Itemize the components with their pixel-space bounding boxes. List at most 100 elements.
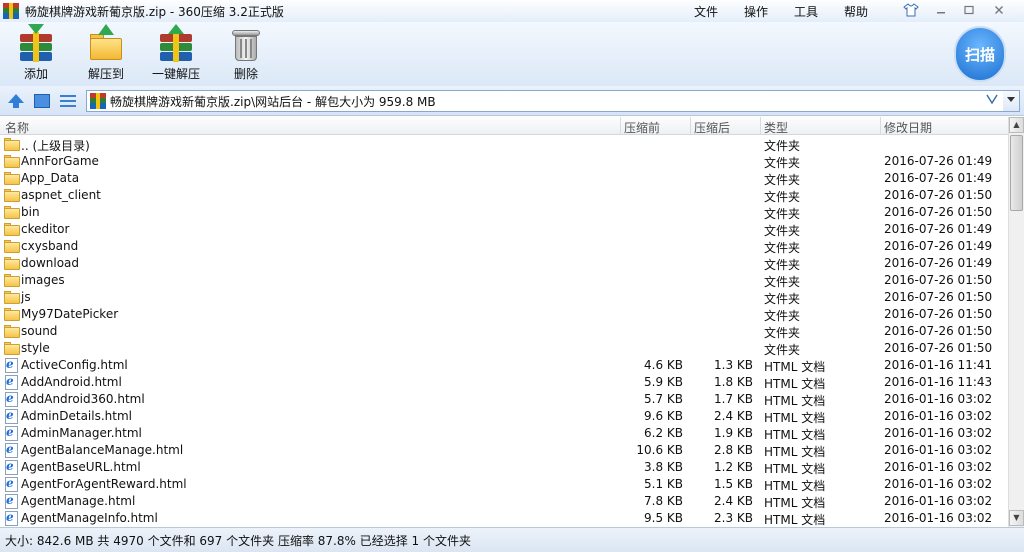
- file-type: 文件夹: [764, 326, 801, 340]
- scroll-thumb[interactable]: [1010, 135, 1023, 211]
- file-name: App_Data: [21, 171, 80, 185]
- one-click-extract-button[interactable]: 一键解压: [144, 24, 208, 84]
- file-row[interactable]: aspnet_client 文件夹 2016-07-26 01:50: [0, 187, 1008, 204]
- file-name: AgentManage.html: [21, 494, 136, 508]
- file-row[interactable]: e AgentForAgentReward.html 5.1 KB 1.5 KB HTM…: [0, 476, 1008, 493]
- add-archive-icon: [18, 24, 54, 62]
- file-modified-date: 2016-01-16 03:02: [884, 443, 993, 457]
- file-name: cxysband: [21, 239, 79, 253]
- file-row[interactable]: sound 文件夹 2016-07-26 01:50: [0, 323, 1008, 340]
- file-type: 文件夹: [764, 309, 801, 323]
- file-name: js: [21, 290, 31, 304]
- scroll-down-arrow-icon[interactable]: ▼: [1009, 510, 1024, 526]
- column-modified[interactable]: 修改日期: [884, 119, 932, 136]
- file-compressed-size: 2.8 KB: [714, 443, 753, 457]
- file-row[interactable]: e AdminDetails.html 9.6 KB 2.4 KB HTML 文档 201…: [0, 408, 1008, 425]
- file-modified-date: 2016-01-16 03:02: [884, 460, 993, 474]
- file-row[interactable]: style 文件夹 2016-07-26 01:50: [0, 340, 1008, 357]
- folder-icon: [4, 239, 20, 253]
- file-modified-date: 2016-01-16 03:02: [884, 494, 993, 508]
- file-name: AddAndroid.html: [21, 375, 122, 389]
- html-file-icon: e: [4, 425, 20, 441]
- menu-tools[interactable]: 工具: [794, 3, 818, 20]
- scan-label: 扫描: [964, 46, 995, 64]
- column-compressed[interactable]: 压缩后: [694, 119, 730, 136]
- file-modified-date: 2016-07-26 01:50: [884, 290, 993, 304]
- folder-icon: [4, 154, 20, 168]
- file-type: 文件夹: [764, 224, 801, 238]
- skin-shirt-icon[interactable]: [900, 2, 922, 18]
- file-row[interactable]: e AgentBaseURL.html 3.8 KB 1.2 KB HTML 文档 201…: [0, 459, 1008, 476]
- file-type: HTML 文档: [764, 462, 826, 476]
- file-row[interactable]: e AdminManager.html 6.2 KB 1.9 KB HTML 文档 201…: [0, 425, 1008, 442]
- column-type[interactable]: 类型: [764, 119, 788, 136]
- scroll-up-arrow-icon[interactable]: ▲: [1009, 117, 1024, 133]
- file-compressed-size: 2.4 KB: [714, 409, 753, 423]
- up-arrow-icon[interactable]: [7, 92, 25, 110]
- file-type: 文件夹: [764, 343, 801, 357]
- column-name[interactable]: 名称: [5, 119, 29, 136]
- file-type: HTML 文档: [764, 360, 826, 374]
- file-type: 文件夹: [764, 190, 801, 204]
- file-row[interactable]: download 文件夹 2016-07-26 01:49: [0, 255, 1008, 272]
- file-row[interactable]: AnnForGame 文件夹 2016-07-26 01:49: [0, 153, 1008, 170]
- file-compressed-size: 1.9 KB: [714, 426, 753, 440]
- file-row[interactable]: e ActiveConfig.html 4.6 KB 1.3 KB HTML 文档 201…: [0, 357, 1008, 374]
- path-text: 畅旋棋牌游戏新葡京版.zip\网站后台 - 解包大小为 959.8 MB: [110, 94, 436, 109]
- file-modified-date: 2016-01-16 03:02: [884, 477, 993, 491]
- file-row[interactable]: App_Data 文件夹 2016-07-26 01:49: [0, 170, 1008, 187]
- menu-help[interactable]: 帮助: [844, 3, 868, 20]
- list-view-icon[interactable]: [59, 92, 77, 110]
- file-row[interactable]: My97DatePicker 文件夹 2016-07-26 01:50: [0, 306, 1008, 323]
- maximize-button[interactable]: [958, 2, 980, 18]
- file-row[interactable]: e AddAndroid360.html 5.7 KB 1.7 KB HTML 文档 20…: [0, 391, 1008, 408]
- menu-operation[interactable]: 操作: [744, 3, 768, 20]
- file-row[interactable]: .. (上级目录) 文件夹: [0, 136, 1008, 153]
- file-row[interactable]: cxysband 文件夹 2016-07-26 01:49: [0, 238, 1008, 255]
- archive-books-icon: [3, 3, 19, 19]
- close-button[interactable]: [988, 2, 1010, 18]
- extract-to-button[interactable]: 解压到: [74, 24, 138, 84]
- path-field[interactable]: 畅旋棋牌游戏新葡京版.zip\网站后台 - 解包大小为 959.8 MB: [86, 90, 1004, 112]
- file-name: AdminDetails.html: [21, 409, 132, 423]
- path-dropdown-button[interactable]: [1003, 90, 1020, 112]
- column-size[interactable]: 压缩前: [624, 119, 660, 136]
- file-name: images: [21, 273, 65, 287]
- file-row[interactable]: js 文件夹 2016-07-26 01:50: [0, 289, 1008, 306]
- file-name: AgentBalanceManage.html: [21, 443, 184, 457]
- menu-file[interactable]: 文件: [694, 3, 718, 20]
- file-name: AddAndroid360.html: [21, 392, 145, 406]
- file-row[interactable]: images 文件夹 2016-07-26 01:50: [0, 272, 1008, 289]
- file-list: .. (上级目录) 文件夹 AnnForGame 文件夹 2016-07-26 01:4…: [0, 136, 1008, 527]
- thumbnail-view-icon[interactable]: [33, 92, 51, 110]
- minimize-button[interactable]: [930, 2, 952, 18]
- folder-icon: [4, 188, 20, 202]
- chevron-down-icon: [1007, 97, 1015, 102]
- file-modified-date: 2016-01-16 11:43: [884, 375, 993, 389]
- file-row[interactable]: ckeditor 文件夹 2016-07-26 01:49: [0, 221, 1008, 238]
- chevron-double-down-icon[interactable]: [985, 92, 999, 110]
- file-size: 5.7 KB: [644, 392, 683, 406]
- file-row[interactable]: e AgentManageInfo.html 9.5 KB 2.3 KB HTML 文档…: [0, 510, 1008, 527]
- add-button[interactable]: 添加: [4, 24, 68, 84]
- delete-button[interactable]: 删除: [214, 26, 278, 84]
- folder-icon: [4, 324, 20, 338]
- file-modified-date: 2016-01-16 03:02: [884, 511, 993, 525]
- file-type: 文件夹: [764, 139, 801, 153]
- file-row[interactable]: bin 文件夹 2016-07-26 01:50: [0, 204, 1008, 221]
- trash-icon: [228, 26, 264, 62]
- file-size: 9.5 KB: [644, 511, 683, 525]
- file-row[interactable]: e AgentManage.html 7.8 KB 2.4 KB HTML 文档 2016…: [0, 493, 1008, 510]
- file-size: 7.8 KB: [644, 494, 683, 508]
- file-compressed-size: 1.7 KB: [714, 392, 753, 406]
- file-type: HTML 文档: [764, 445, 826, 459]
- file-row[interactable]: e AgentBalanceManage.html 10.6 KB 2.8 KB HTM…: [0, 442, 1008, 459]
- extract-folder-icon: [88, 24, 124, 62]
- file-type: HTML 文档: [764, 394, 826, 408]
- file-modified-date: 2016-01-16 03:02: [884, 409, 993, 423]
- scan-button[interactable]: 扫描: [952, 26, 1008, 84]
- html-file-icon: e: [4, 442, 20, 458]
- vertical-scrollbar[interactable]: ▲ ▼: [1008, 117, 1024, 527]
- file-compressed-size: 1.3 KB: [714, 358, 753, 372]
- file-row[interactable]: e AddAndroid.html 5.9 KB 1.8 KB HTML 文档 2016-…: [0, 374, 1008, 391]
